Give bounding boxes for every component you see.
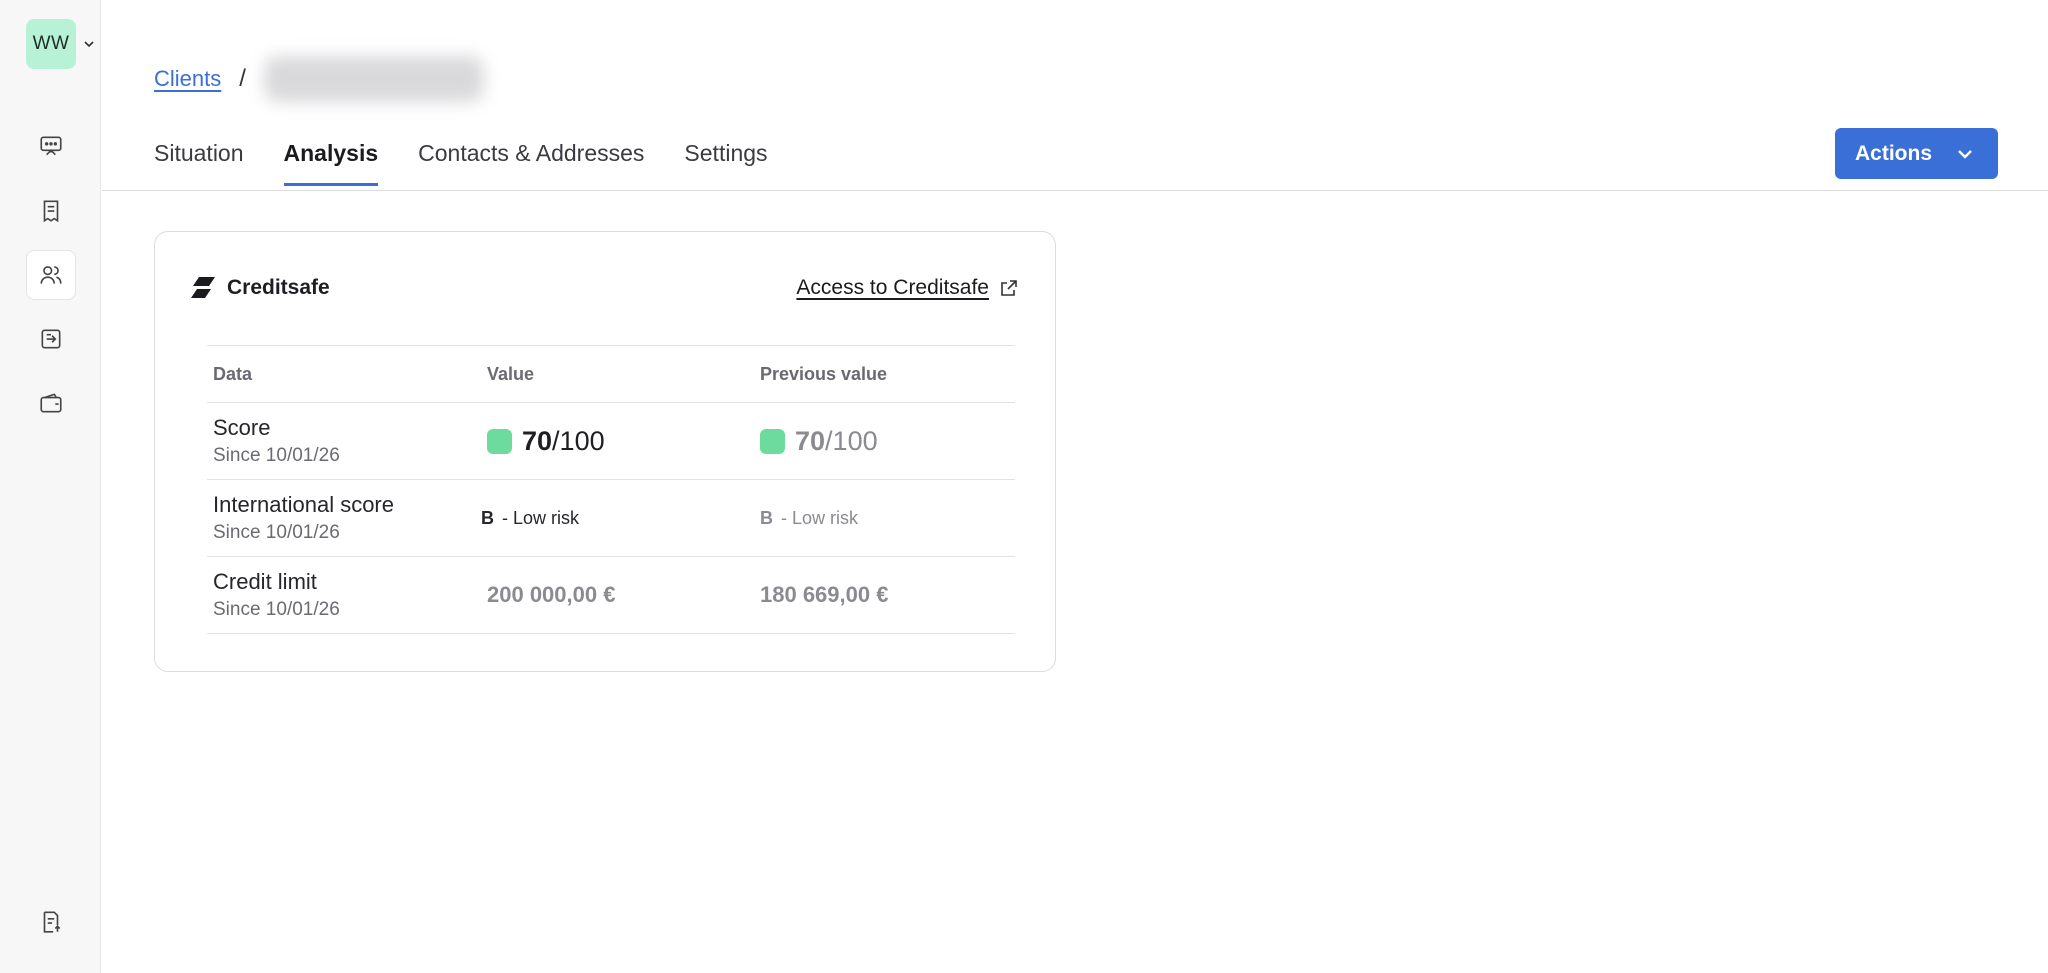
- tab-settings[interactable]: Settings: [684, 140, 767, 186]
- tab-analysis[interactable]: Analysis: [283, 140, 379, 186]
- creditsafe-card: Creditsafe Access to Creditsafe Data Val…: [154, 231, 1056, 672]
- table-row: International score Since 10/01/26 B - Lo…: [207, 479, 1015, 557]
- international-score-cell: B - Low risk: [481, 479, 754, 557]
- grade-letter: B: [760, 507, 773, 528]
- tabs-divider: [102, 190, 2048, 191]
- actions-label: Actions: [1855, 141, 1933, 165]
- users-icon: [40, 266, 62, 284]
- score-value: 70/100: [487, 426, 754, 457]
- sidebar-item-transfers[interactable]: [26, 314, 76, 364]
- row-label-cell: Score Since 10/01/26: [207, 402, 481, 480]
- creditsafe-title-text: Creditsafe: [227, 276, 330, 299]
- credit-limit-value: 200 000,00 €: [487, 582, 616, 607]
- score-previous-cell: 70/100: [754, 402, 1015, 480]
- row-since: Since 10/01/26: [213, 445, 340, 466]
- main-content: Clients / Situation Analysis Contacts & …: [102, 0, 2048, 973]
- grade-text: - Low risk: [781, 507, 859, 528]
- breadcrumb: Clients /: [154, 56, 484, 102]
- score-denominator: /100: [552, 425, 605, 456]
- row-since: Since 10/01/26: [213, 599, 340, 620]
- chevron-down-icon: [1958, 149, 1972, 159]
- receipt-icon: [43, 200, 59, 223]
- score-indicator: [487, 428, 512, 454]
- row-label-cell: International score Since 10/01/26: [207, 479, 481, 557]
- sidebar-item-clients[interactable]: [26, 250, 76, 300]
- international-score-value: B - Low risk: [481, 508, 754, 529]
- sidebar: WW: [0, 0, 101, 973]
- credit-limit-previous-cell: 180 669,00 €: [754, 556, 1015, 634]
- row-label: International score: [213, 492, 394, 517]
- row-since: Since 10/01/26: [213, 522, 340, 543]
- column-header-previous-value: Previous value: [754, 345, 1015, 403]
- sidebar-item-wallet[interactable]: [26, 378, 76, 428]
- score-previous-denominator: /100: [825, 425, 878, 456]
- row-label: Score: [213, 415, 271, 440]
- row-label-cell: Credit limit Since 10/01/26: [207, 556, 481, 634]
- credit-limit-cell: 200 000,00 €: [481, 556, 754, 634]
- row-label: Credit limit: [213, 569, 317, 594]
- workspace-initials: WW: [32, 33, 70, 54]
- breadcrumb-separator: /: [239, 65, 246, 92]
- column-header-data: Data: [207, 345, 481, 403]
- access-creditsafe-label: Access to Creditsafe: [796, 276, 989, 299]
- column-header-value: Value: [481, 345, 754, 403]
- score-number: 70: [522, 425, 553, 456]
- external-link-icon: [1001, 280, 1017, 296]
- tab-contacts-addresses[interactable]: Contacts & Addresses: [418, 140, 644, 186]
- sidebar-item-dashboard[interactable]: [26, 121, 76, 171]
- score-previous-number: 70: [795, 425, 826, 456]
- access-creditsafe-link[interactable]: Access to Creditsafe: [796, 276, 1019, 300]
- client-name-redacted: [263, 56, 484, 102]
- transfer-icon: [41, 329, 61, 349]
- breadcrumb-clients-link[interactable]: Clients: [154, 66, 221, 92]
- score-value-cell: 70/100: [481, 402, 754, 480]
- grade-text: - Low risk: [502, 507, 580, 528]
- international-score-previous-cell: B - Low risk: [754, 479, 1015, 557]
- tab-situation[interactable]: Situation: [154, 140, 244, 186]
- grade-letter: B: [481, 507, 494, 528]
- actions-button[interactable]: Actions: [1835, 128, 1998, 179]
- table-row: Credit limit Since 10/01/26 200 000,00 €…: [207, 556, 1015, 634]
- creditsafe-logo-icon: [191, 277, 215, 298]
- score-previous-value: 70/100: [760, 426, 1015, 457]
- creditsafe-title: Creditsafe: [191, 276, 330, 300]
- international-score-previous-value: B - Low risk: [760, 508, 1015, 529]
- wallet-icon: [40, 393, 62, 413]
- score-indicator: [760, 428, 785, 454]
- creditsafe-table: Data Value Previous value Score Since 10…: [207, 345, 1015, 634]
- document-upload-icon: [43, 911, 61, 933]
- chevron-down-icon[interactable]: [83, 38, 95, 50]
- workspace-avatar[interactable]: WW: [26, 19, 76, 69]
- tab-bar: Situation Analysis Contacts & Addresses …: [154, 140, 768, 186]
- table-header-row: Data Value Previous value: [207, 345, 1015, 403]
- presentation-icon: [40, 136, 62, 156]
- table-row: Score Since 10/01/26 70/100 70/100: [207, 402, 1015, 480]
- sidebar-item-documents[interactable]: [26, 897, 76, 947]
- sidebar-item-invoices[interactable]: [26, 186, 76, 236]
- credit-limit-previous-value: 180 669,00 €: [760, 582, 889, 607]
